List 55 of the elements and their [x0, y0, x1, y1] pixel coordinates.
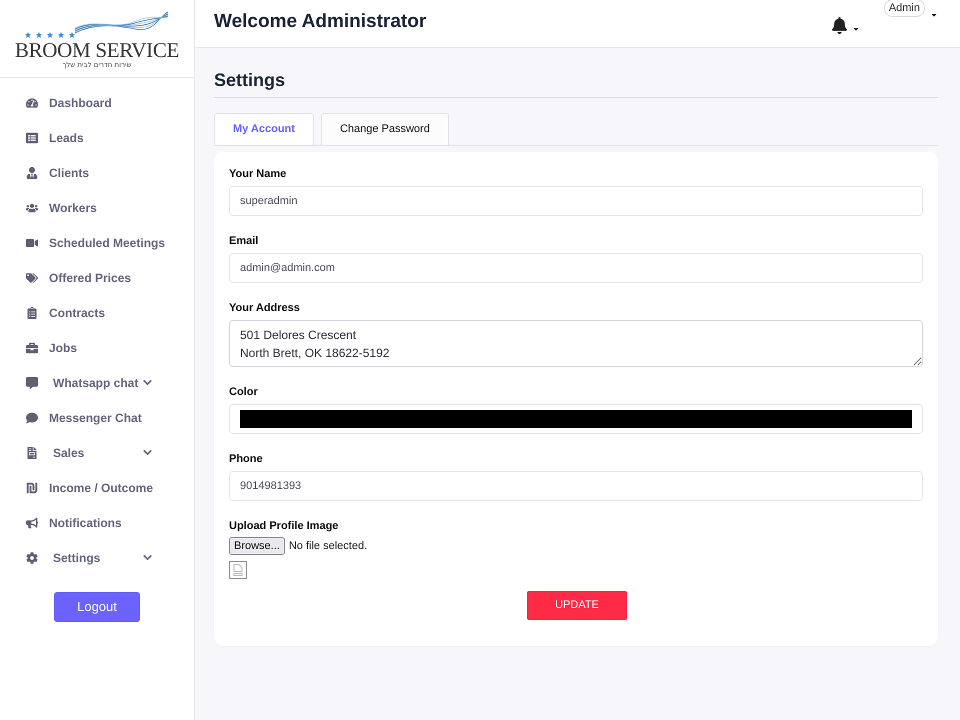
- tab[interactable]: My Account: [214, 113, 314, 145]
- broken-image-icon: [229, 561, 247, 579]
- welcome-title: Welcome Administrator: [214, 10, 428, 34]
- caret-down-icon: [930, 11, 938, 19]
- document-icon: [26, 446, 38, 458]
- nav-item[interactable]: Workers: [0, 190, 194, 225]
- field-label: Your Address: [229, 302, 301, 315]
- notifications-button[interactable]: [830, 17, 860, 34]
- nav-item[interactable]: Dashboard: [0, 85, 194, 120]
- nav-item[interactable]: Settings: [0, 540, 194, 575]
- nav-item[interactable]: Sales: [0, 435, 194, 470]
- caret-down-icon: [852, 25, 860, 33]
- nav-item[interactable]: Clients: [0, 155, 194, 190]
- nav-item[interactable]: Contracts: [0, 295, 194, 330]
- tags-icon: [26, 272, 38, 284]
- file-status: No file selected.: [288, 538, 368, 554]
- chat-bubble-icon: [26, 412, 38, 424]
- megaphone-icon: [26, 516, 38, 528]
- nav-item[interactable]: Leads: [0, 120, 194, 155]
- gauge-icon: [26, 96, 38, 108]
- update-button[interactable]: UPDATE: [527, 591, 627, 620]
- user-menu-button[interactable]: Admin: [884, 0, 925, 17]
- tab[interactable]: Change Password: [320, 113, 449, 145]
- logo-name: BROOM SERVICE: [14, 39, 180, 61]
- nav-item[interactable]: Jobs: [0, 330, 194, 365]
- nav-item[interactable]: Whatsapp chat: [0, 365, 194, 400]
- logout-button[interactable]: Logout: [54, 592, 140, 622]
- nav-item[interactable]: Income / Outcome: [0, 470, 194, 505]
- briefcase-icon: [26, 342, 38, 354]
- video-camera-icon: [26, 236, 38, 248]
- text-field[interactable]: admin@admin.com: [229, 253, 923, 283]
- bell-icon: [830, 17, 848, 34]
- people-icon: [26, 202, 38, 214]
- nav-item[interactable]: Notifications: [0, 505, 194, 540]
- page-title: Settings: [214, 68, 938, 98]
- settings-icon: [26, 552, 38, 564]
- text-field[interactable]: 9014981393: [229, 471, 923, 501]
- list-icon: [26, 132, 38, 144]
- stars-icon: [25, 32, 75, 38]
- nav-item[interactable]: Offered Prices: [0, 260, 194, 295]
- text-field[interactable]: superadmin: [229, 186, 923, 216]
- browse-button[interactable]: Browse...: [229, 537, 285, 555]
- person-icon: [26, 166, 38, 178]
- nav-item[interactable]: Messenger Chat: [0, 400, 194, 435]
- field-label: Your Name: [229, 168, 288, 181]
- color-field[interactable]: [229, 404, 923, 434]
- field-label: Color: [229, 386, 259, 399]
- shekel-icon: [26, 482, 38, 494]
- speech-bubble-icon: [26, 376, 38, 388]
- field-label: Phone: [229, 453, 264, 466]
- address-field[interactable]: 501 Delores Crescent North Brett, OK 18622-5192: [229, 320, 923, 367]
- clipboard-icon: [26, 306, 38, 318]
- field-label: Email: [229, 235, 260, 248]
- field-label: Upload Profile Image: [229, 520, 340, 533]
- nav-item[interactable]: Scheduled Meetings: [0, 225, 194, 260]
